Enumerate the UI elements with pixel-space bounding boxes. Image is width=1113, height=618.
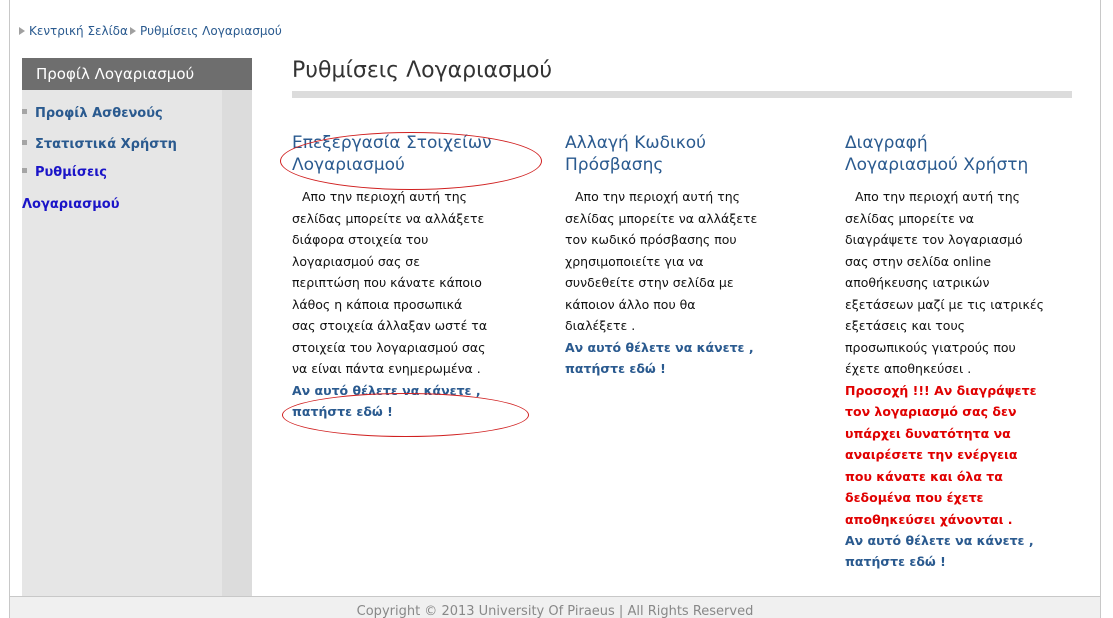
text-line: στοιχεία του λογαριασμού σας (292, 339, 486, 355)
delete-account-link[interactable]: Αν αυτό θέλετε να κάνετε , πατήστε εδώ ! (845, 530, 1095, 572)
change-password-link[interactable]: Αν αυτό θέλετε να κάνετε , πατήστε εδώ ! (565, 337, 815, 379)
delete-account-section: Διαγραφή Λογαριασμού Χρήστη Απο την περι… (845, 132, 1095, 572)
edit-account-section: Επεξεργασία Στοιχείων Λογαριασμού Απο τη… (292, 132, 542, 422)
link-line: πατήστε εδώ ! (292, 403, 393, 419)
text-line: λάθος η κάποια προσωπικά (292, 296, 463, 312)
sidebar-item-account-settings[interactable]: Ρυθμίσεις (22, 165, 107, 180)
text-line: χρησιμοποιείτε για να (565, 253, 704, 269)
text-line: συνδεθείτε στην σελίδα με (565, 275, 734, 290)
text-line: σελίδας μπορείτε να αλλάξετε (292, 210, 485, 226)
breadcrumb-current-link[interactable]: Ρυθμίσεις Λογαριασμού (140, 24, 282, 38)
sidebar-item-label: Ρυθμίσεις (35, 165, 108, 180)
text-line: τον κωδικό πρόσβασης που (565, 232, 737, 247)
delete-account-description: Απο την περιοχή αυτή της σελίδας μπορείτ… (845, 186, 1095, 380)
section-title-line: Αλλαγή Κωδικού (565, 133, 706, 153)
section-title-line: Επεξεργασία Στοιχείων (292, 133, 492, 153)
sidebar-item-patient-profile[interactable]: Προφίλ Ασθενούς (22, 106, 163, 121)
edit-account-title: Επεξεργασία Στοιχείων Λογαριασμού (292, 132, 542, 176)
text-line: διαγράψετε τον λογαριασμό (845, 232, 1023, 247)
link-line: πατήστε εδώ ! (845, 554, 946, 569)
text-line: εξετάσεων μαζί με τις ιατρικές (845, 296, 1044, 312)
link-line: Αν αυτό θέλετε να κάνετε , (565, 339, 754, 355)
bullet-square-icon (22, 109, 27, 114)
text-line: έχετε αποθηκεύσει . (845, 361, 972, 376)
section-title-line: Λογαριασμού (292, 155, 405, 175)
text-line: Απο την περιοχή αυτή της (855, 189, 1020, 204)
section-title-line: Διαγραφή (845, 133, 928, 153)
frame-border-right (1100, 0, 1101, 618)
sidebar-item-label: Στατιστικά Χρήστη (35, 137, 177, 152)
warning-line: τον λογαριασμό σας δεν (845, 404, 1017, 419)
page: Κεντρική Σελίδα Ρυθμίσεις Λογαριασμού Πρ… (0, 0, 1113, 618)
warning-line: που κάνατε και όλα τα (845, 468, 1003, 484)
edit-account-link[interactable]: Αν αυτό θέλετε να κάνετε , πατήστε εδώ ! (292, 380, 542, 422)
breadcrumb-arrow-icon (129, 27, 136, 35)
text-line: αποθήκευσης ιατρικών (845, 275, 990, 290)
sidebar-item-user-statistics[interactable]: Στατιστικά Χρήστη (22, 137, 177, 152)
breadcrumb: Κεντρική Σελίδα Ρυθμίσεις Λογαριασμού (17, 24, 282, 38)
text-line: κάποιον άλλο που θα (565, 296, 696, 312)
breadcrumb-arrow-icon (19, 27, 25, 35)
section-title-line: Πρόσβασης (565, 155, 664, 175)
section-title-line: Λογαριασμού Χρήστη (845, 155, 1029, 175)
change-password-section: Αλλαγή Κωδικού Πρόσβασης Απο την περιοχή… (565, 132, 815, 379)
link-line: πατήστε εδώ ! (565, 360, 666, 376)
text-line: σας στην σελίδα online (845, 253, 992, 269)
text-line: σελίδας μπορείτε να (845, 210, 975, 226)
page-title: Ρυθμίσεις Λογαριασμού (292, 58, 553, 83)
text-line: εξετάσεις και τους (845, 318, 966, 333)
breadcrumb-home-link[interactable]: Κεντρική Σελίδα (29, 24, 128, 38)
warning-line: Προσοχή !!! Αν διαγράψετε (845, 382, 1037, 398)
text-line: διαλέξετε . (565, 318, 636, 333)
link-line: Αν αυτό θέλετε να κάνετε , (292, 382, 481, 398)
sidebar-header: Προφίλ Λογαριασμού (22, 58, 252, 90)
sidebar-item-account-settings-continued[interactable]: Λογαριασμού (22, 197, 119, 212)
sidebar-item-label: Λογαριασμού (22, 197, 120, 212)
sidebar-item-label: Προφίλ Ασθενούς (35, 106, 163, 121)
text-line: περιπτώση που κάνατε κάποιο (292, 275, 482, 290)
text-line: να είναι πάντα ενημερωμένα . (292, 361, 481, 376)
warning-line: αποθηκεύσει χάνονται . (845, 511, 1013, 527)
text-line: Απο την περιοχή αυτή της (302, 189, 467, 204)
warning-line: αναιρέσετε την ενέργεια (845, 447, 1018, 462)
text-line: Απο την περιοχή αυτή της (575, 189, 740, 204)
link-line: Αν αυτό θέλετε να κάνετε , (845, 533, 1034, 548)
text-line: λογαριασμού σας σε (292, 253, 420, 269)
change-password-title: Αλλαγή Κωδικού Πρόσβασης (565, 132, 815, 176)
frame-border-left (9, 0, 10, 618)
title-underline-bar (292, 91, 1072, 98)
change-password-description: Απο την περιοχή αυτή της σελίδας μπορείτ… (565, 186, 815, 337)
warning-line: υπάρχει δυνατότητα να (845, 425, 1011, 441)
text-line: προσωπικούς γιατρούς που (845, 339, 1016, 355)
delete-account-title: Διαγραφή Λογαριασμού Χρήστη (845, 132, 1095, 176)
delete-warning-text: Προσοχή !!! Αν διαγράψετε τον λογαριασμό… (845, 380, 1095, 531)
bullet-square-icon (22, 140, 27, 145)
edit-account-description: Απο την περιοχή αυτή της σελίδας μπορείτ… (292, 186, 542, 380)
footer: Copyright © 2013 University Of Piraeus |… (10, 597, 1100, 618)
warning-line: δεδομένα που έχετε (845, 490, 984, 505)
text-line: σελίδας μπορείτε να αλλάξετε (565, 210, 758, 226)
text-line: διάφορα στοιχεία του (292, 232, 429, 247)
sidebar-shade (222, 58, 252, 598)
bullet-square-icon (22, 168, 27, 173)
text-line: σας στοιχεία άλλαξαν ωστέ τα (292, 318, 488, 333)
